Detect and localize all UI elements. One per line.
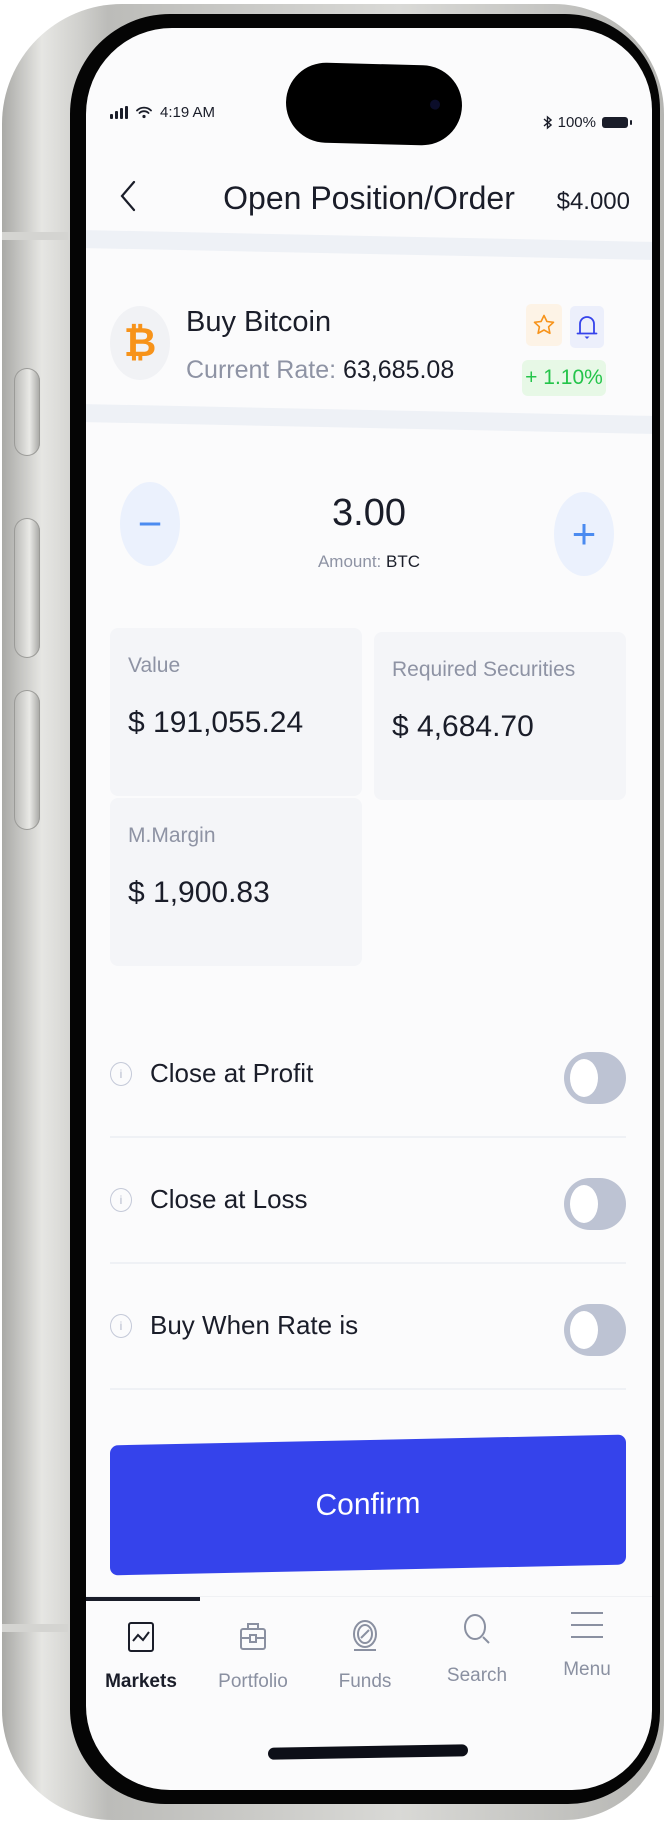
tab-search[interactable]: Search [422, 1611, 532, 1687]
current-rate-label: Current Rate: [186, 356, 337, 384]
tab-label: Portfolio [218, 1671, 288, 1692]
current-rate-value: 63,685.08 [343, 356, 455, 384]
card-value: $ 1,900.83 [128, 876, 270, 909]
asset-summary: ₿ Buy Bitcoin Current Rate: 63,685.08 + … [86, 284, 652, 404]
toggle-knob [570, 1311, 598, 1349]
amount-label: Amount: [317, 552, 382, 571]
tab-funds[interactable]: Funds [310, 1617, 420, 1693]
close-at-profit-toggle[interactable] [564, 1052, 626, 1104]
price-change-badge: + 1.10% [522, 360, 606, 396]
buy-when-rate-toggle[interactable] [564, 1304, 626, 1356]
row-divider [110, 1388, 626, 1390]
funds-icon [353, 1620, 377, 1651]
home-indicator[interactable] [267, 1744, 469, 1760]
close-at-loss-row: i Close at Loss [110, 1144, 626, 1264]
section-divider [86, 230, 652, 260]
app-screen: 4:19 AM 100% Open Position/Order $4.000 … [86, 28, 652, 1790]
close-at-profit-row: i Close at Profit [110, 1018, 626, 1138]
toggle-knob [570, 1185, 598, 1223]
amount-unit: BTC [386, 552, 421, 571]
info-icon[interactable]: i [110, 1314, 132, 1338]
bell-icon [576, 316, 598, 339]
section-divider [86, 404, 652, 434]
signal-icon [110, 106, 128, 119]
tab-label: Markets [105, 1671, 177, 1692]
chart-icon [128, 1622, 154, 1652]
account-balance: $4.000 [556, 188, 630, 215]
tab-label: Menu [563, 1659, 611, 1680]
battery-icon [602, 117, 632, 128]
required-securities-card: Required Securities $ 4,684.70 [374, 632, 626, 800]
frame-seam [2, 1624, 68, 1632]
info-icon[interactable]: i [110, 1188, 132, 1212]
info-icon[interactable]: i [110, 1062, 132, 1086]
volume-down-button [14, 690, 40, 830]
row-divider [110, 1136, 626, 1138]
buy-when-rate-row: i Buy When Rate is [110, 1270, 626, 1390]
status-time: 4:19 AM [160, 104, 216, 121]
asset-name: Buy Bitcoin [186, 306, 332, 338]
page-header: Open Position/Order $4.000 [86, 168, 652, 228]
bottom-tab-bar: Markets Portfolio Funds Search Menu [86, 1596, 652, 1717]
card-value: $ 191,055.24 [128, 706, 304, 739]
status-bar: 4:19 AM 100% [110, 104, 632, 131]
card-label: Required Securities [392, 658, 576, 681]
battery-percent: 100% [557, 114, 596, 131]
menu-icon [571, 1612, 603, 1638]
favorite-button[interactable] [526, 304, 562, 346]
margin-card: M.Margin $ 1,900.83 [110, 798, 362, 966]
confirm-button[interactable]: Confirm [110, 1434, 626, 1576]
tab-label: Search [446, 1665, 508, 1686]
active-tab-indicator [86, 1597, 200, 1601]
tab-label: Funds [338, 1671, 392, 1692]
price-alert-button[interactable] [570, 306, 604, 348]
increment-button[interactable]: + [554, 492, 614, 576]
current-rate: Current Rate: 63,685.08 [186, 356, 454, 385]
frame-seam [2, 232, 68, 240]
tab-markets[interactable]: Markets [86, 1617, 196, 1693]
bitcoin-icon: ₿ [110, 306, 170, 380]
amount-stepper: − 3.00 Amount: BTC + [86, 464, 652, 584]
toggle-knob [570, 1059, 598, 1097]
action-button [14, 368, 40, 456]
row-divider [110, 1262, 626, 1264]
card-value: $ 4,684.70 [392, 710, 534, 743]
wifi-icon [136, 106, 152, 119]
tab-portfolio[interactable]: Portfolio [198, 1617, 308, 1693]
bluetooth-icon [543, 115, 552, 130]
toggle-label: Close at Loss [150, 1184, 308, 1214]
value-card: Value $ 191,055.24 [110, 628, 362, 796]
briefcase-icon [240, 1623, 266, 1650]
tab-menu[interactable]: Menu [532, 1605, 642, 1681]
card-label: M.Margin [128, 824, 216, 847]
close-at-loss-toggle[interactable] [564, 1178, 626, 1230]
toggle-label: Buy When Rate is [150, 1310, 359, 1340]
toggle-label: Close at Profit [150, 1058, 314, 1088]
search-icon [464, 1614, 490, 1644]
volume-up-button [14, 518, 40, 658]
card-label: Value [128, 654, 181, 677]
star-icon [533, 314, 555, 335]
